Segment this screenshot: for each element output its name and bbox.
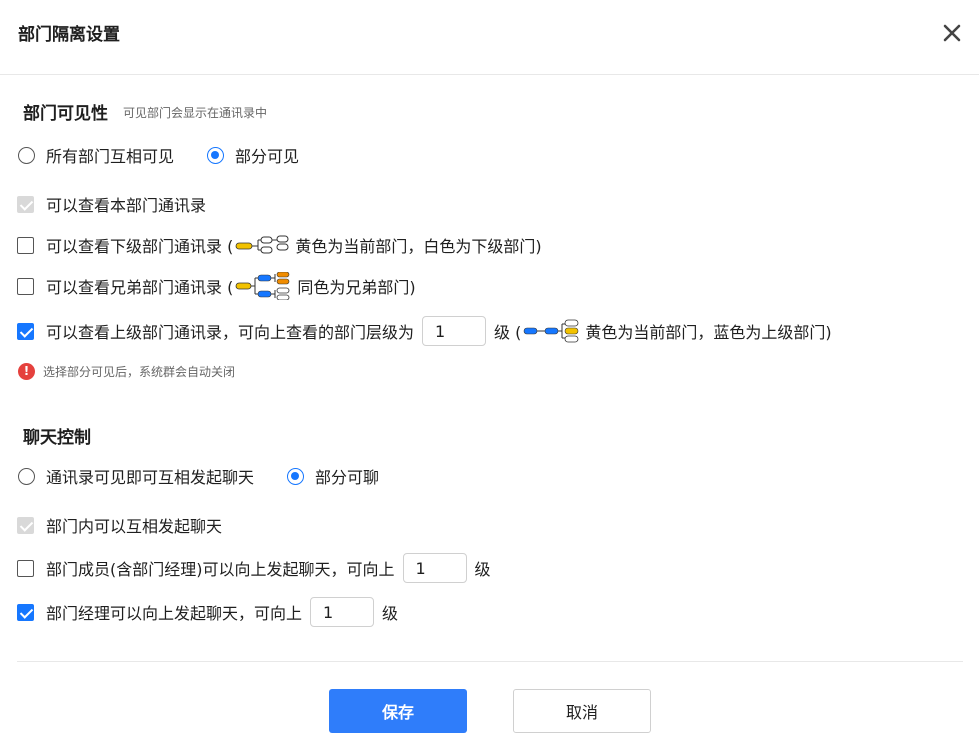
option-own-dept: 可以查看本部门通讯录 <box>17 190 206 218</box>
visibility-section-hint: 可见部门会显示在通讯录中 <box>123 106 268 120</box>
upper-dept-tree-icon <box>524 319 579 343</box>
option-upper-dept: 可以查看上级部门通讯录，可向上查看的部门层级为 级 ( 黄色为当前部门，蓝色为上… <box>17 316 832 346</box>
sibling-dept-checkbox[interactable] <box>17 277 34 295</box>
own-dept-checkbox <box>17 195 34 213</box>
sub-dept-tree-icon <box>235 235 289 254</box>
sibling-dept-tree-icon <box>235 272 290 300</box>
cancel-button[interactable]: 取消 <box>513 689 651 733</box>
visibility-warning-text: 选择部分可见后，系统群会自动关闭 <box>43 365 236 379</box>
radio-chat-all-circle[interactable] <box>18 467 35 485</box>
visibility-section-title: 部门可见性 <box>23 104 108 124</box>
member-up-chat-label: 部门成员(含部门经理)可以向上发起聊天，可向上 <box>46 560 395 579</box>
sub-dept-label: 可以查看下级部门通讯录 ( <box>46 237 234 256</box>
dept-isolation-dialog: 部门隔离设置 部门可见性 可见部门会显示在通讯录中 所有部门互相可见 部分可见 … <box>0 0 979 746</box>
manager-up-level-input[interactable] <box>310 597 375 627</box>
radio-chat-partial-circle[interactable] <box>287 467 305 485</box>
option-manager-up-chat: 部门经理可以向上发起聊天，可向上 级 <box>17 597 398 627</box>
member-up-chat-checkbox[interactable] <box>17 559 34 577</box>
footer-divider <box>17 661 963 662</box>
manager-up-chat-checkbox[interactable] <box>17 603 34 621</box>
radio-partial-visible[interactable]: 部分可见 <box>207 143 299 167</box>
sub-dept-legend: 黄色为当前部门，白色为下级部门) <box>295 237 542 256</box>
option-sibling-dept: 可以查看兄弟部门通讯录 ( 同色为兄弟部门) <box>17 272 416 300</box>
manager-up-unit: 级 <box>382 604 399 623</box>
radio-chat-partial[interactable]: 部分可聊 <box>287 464 379 488</box>
visibility-mode-radio-group: 所有部门互相可见 部分可见 <box>18 143 299 167</box>
sibling-dept-label: 可以查看兄弟部门通讯录 ( <box>46 278 234 297</box>
manager-up-chat-label: 部门经理可以向上发起聊天，可向上 <box>46 604 303 623</box>
member-up-level-input[interactable] <box>402 553 467 583</box>
radio-partial-visible-label: 部分可见 <box>235 147 300 166</box>
chat-mode-radio-group: 通讯录可见即可互相发起聊天 部分可聊 <box>18 464 379 488</box>
visibility-warning: ! 选择部分可见后，系统群会自动关闭 <box>18 363 235 380</box>
radio-all-visible-label: 所有部门互相可见 <box>46 147 175 166</box>
radio-chat-partial-label: 部分可聊 <box>315 468 380 487</box>
member-up-unit: 级 <box>474 560 491 579</box>
radio-all-visible-circle[interactable] <box>18 146 35 164</box>
option-in-dept-chat: 部门内可以互相发起聊天 <box>17 511 222 539</box>
in-dept-chat-label: 部门内可以互相发起聊天 <box>46 517 223 536</box>
radio-all-visible[interactable]: 所有部门互相可见 <box>18 143 174 167</box>
radio-chat-all-label: 通讯录可见即可互相发起聊天 <box>46 468 255 487</box>
save-button[interactable]: 保存 <box>329 689 467 733</box>
upper-dept-level-input[interactable] <box>422 316 487 346</box>
dialog-title: 部门隔离设置 <box>18 25 120 45</box>
option-sub-dept: 可以查看下级部门通讯录 ( 黄色为当前部门，白色为下级部门) <box>17 231 542 259</box>
upper-dept-unit: 级 ( <box>494 323 522 342</box>
chat-section-title: 聊天控制 <box>23 428 91 448</box>
upper-dept-legend: 黄色为当前部门，蓝色为上级部门) <box>585 323 832 342</box>
option-member-up-chat: 部门成员(含部门经理)可以向上发起聊天，可向上 级 <box>17 553 491 583</box>
sub-dept-checkbox[interactable] <box>17 236 34 254</box>
upper-dept-checkbox[interactable] <box>17 322 34 340</box>
radio-chat-all[interactable]: 通讯录可见即可互相发起聊天 <box>18 464 254 488</box>
dialog-header: 部门隔离设置 <box>0 0 979 75</box>
own-dept-label: 可以查看本部门通讯录 <box>46 196 207 215</box>
upper-dept-label: 可以查看上级部门通讯录，可向上查看的部门层级为 <box>46 323 415 342</box>
exclamation-circle-icon: ! <box>18 363 35 380</box>
sibling-dept-legend: 同色为兄弟部门) <box>297 278 416 297</box>
close-icon[interactable] <box>940 21 964 45</box>
in-dept-chat-checkbox <box>17 516 34 534</box>
radio-partial-visible-circle[interactable] <box>207 146 225 164</box>
